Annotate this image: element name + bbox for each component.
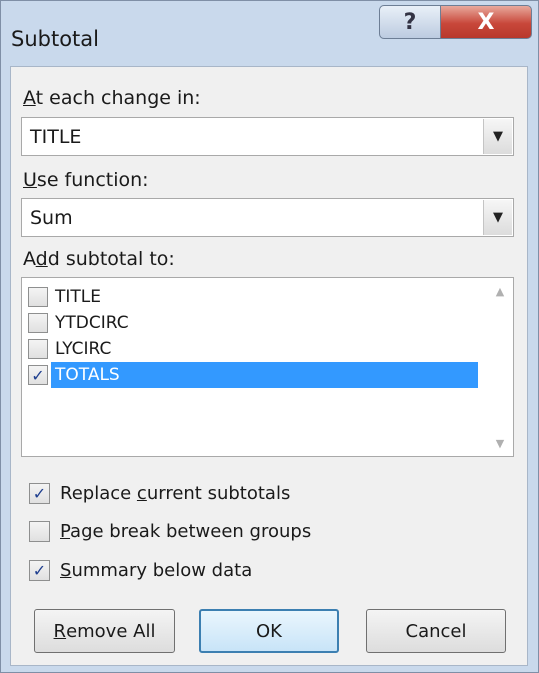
- list-item-label: LYCIRC: [55, 339, 112, 359]
- remove-all-button[interactable]: Remove All: [34, 609, 175, 653]
- use-function-combo[interactable]: Sum ▼: [21, 198, 514, 237]
- list-item-label: TITLE: [55, 287, 101, 307]
- summary-label: Summary below data: [60, 559, 253, 581]
- list-item-ytdcirc[interactable]: YTDCIRC: [28, 310, 478, 336]
- page-break-option[interactable]: Page break between groups: [29, 518, 311, 544]
- check-icon: ✓: [32, 483, 47, 503]
- replace-current-subtotals-option[interactable]: ✓ Replace current subtotals: [29, 480, 290, 506]
- checkbox[interactable]: [28, 313, 48, 333]
- close-button[interactable]: X: [440, 5, 532, 39]
- dialog-body: At each change in: TITLE ▼ Use function:…: [10, 66, 528, 666]
- checkbox[interactable]: [28, 287, 48, 307]
- replace-checkbox[interactable]: ✓: [29, 482, 50, 504]
- check-icon: ✓: [32, 560, 47, 580]
- check-icon: ✓: [31, 365, 45, 385]
- list-item-title[interactable]: TITLE: [28, 284, 478, 310]
- page-break-checkbox[interactable]: [29, 520, 50, 542]
- summary-below-data-option[interactable]: ✓ Summary below data: [29, 557, 252, 583]
- checkbox-checked[interactable]: ✓: [28, 365, 48, 385]
- chevron-down-icon: ▼: [493, 210, 503, 225]
- use-function-value: Sum: [30, 207, 73, 229]
- help-button[interactable]: ?: [379, 5, 441, 39]
- at-each-change-dropdown-button[interactable]: ▼: [483, 119, 512, 154]
- close-icon: X: [477, 9, 495, 35]
- summary-checkbox[interactable]: ✓: [29, 559, 50, 581]
- at-each-change-value: TITLE: [30, 126, 82, 148]
- chevron-down-icon: ▼: [493, 129, 503, 144]
- cancel-button[interactable]: Cancel: [366, 609, 506, 653]
- page-break-label: Page break between groups: [60, 520, 312, 542]
- list-scrollbar[interactable]: ▲ ▼: [488, 279, 512, 455]
- add-subtotal-label: Add subtotal to:: [23, 248, 175, 270]
- list-item-totals[interactable]: ✓ TOTALS: [28, 362, 478, 388]
- dialog-title: Subtotal: [11, 27, 99, 51]
- list-item-lycirc[interactable]: LYCIRC: [28, 336, 478, 362]
- at-each-change-label: At each change in:: [23, 87, 201, 109]
- list-item-label: YTDCIRC: [55, 313, 129, 333]
- list-item-label: TOTALS: [51, 362, 478, 388]
- use-function-dropdown-button[interactable]: ▼: [483, 200, 512, 235]
- add-subtotal-list[interactable]: TITLE YTDCIRC LYCIRC ✓ TOTALS ▲ ▼: [21, 277, 514, 457]
- at-each-change-combo[interactable]: TITLE ▼: [21, 117, 514, 156]
- subtotal-dialog: Subtotal ? X At each change in: TITLE ▼ …: [0, 0, 539, 673]
- use-function-label: Use function:: [23, 169, 149, 191]
- ok-button[interactable]: OK: [199, 609, 339, 653]
- replace-label: Replace current subtotals: [60, 482, 291, 504]
- scroll-down-arrow-icon[interactable]: ▼: [488, 433, 512, 453]
- help-icon: ?: [403, 9, 417, 35]
- scroll-up-arrow-icon[interactable]: ▲: [488, 281, 512, 301]
- checkbox[interactable]: [28, 339, 48, 359]
